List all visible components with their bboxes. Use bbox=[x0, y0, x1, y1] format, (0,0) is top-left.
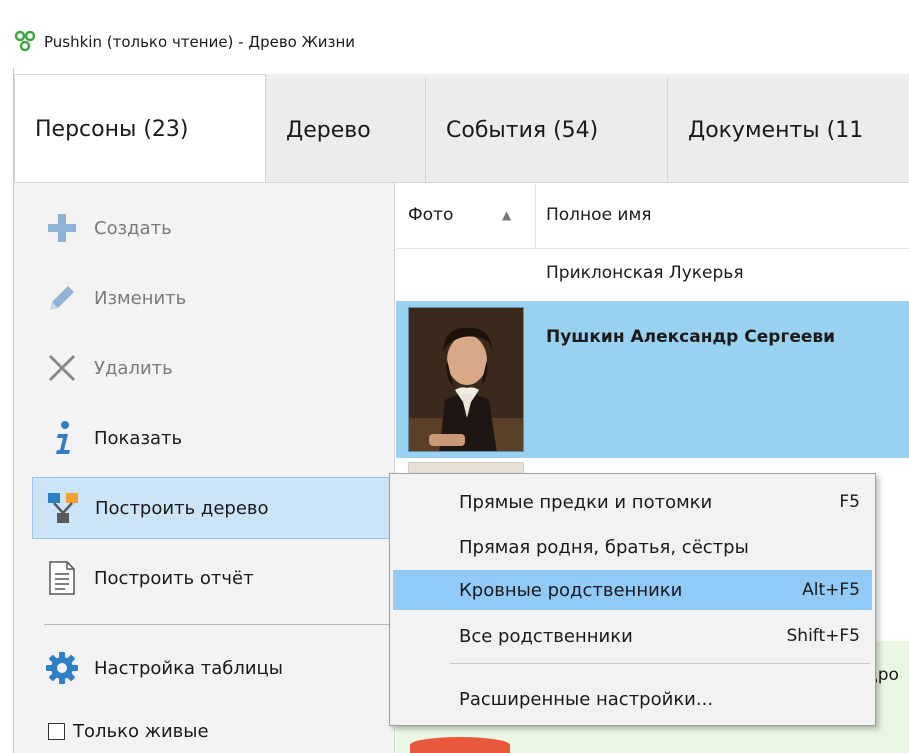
menu-item-label: Прямая родня, братья, сёстры bbox=[459, 536, 749, 558]
show-label: Показать bbox=[94, 427, 183, 449]
person-photo bbox=[410, 737, 510, 753]
plus-icon bbox=[44, 210, 80, 246]
tab-bar: Персоны (23) Дерево События (54) Докумен… bbox=[14, 74, 909, 184]
menu-item-label: Расширенные настройки... bbox=[459, 688, 714, 710]
column-header-full-name[interactable]: Полное имя bbox=[546, 205, 652, 225]
table-row-selected[interactable]: Пушкин Александр Сергееви bbox=[396, 301, 909, 458]
delete-label: Удалить bbox=[94, 357, 173, 379]
only-living-label: Только живые bbox=[73, 721, 209, 742]
column-header-photo[interactable]: Фото bbox=[408, 205, 453, 225]
window-title: Pushkin (только чтение) - Древо Жизни bbox=[44, 33, 356, 51]
edit-label: Изменить bbox=[94, 287, 187, 309]
tab-persons[interactable]: Персоны (23) bbox=[14, 74, 266, 184]
sidebar: Создать Изменить Удалить Показать Постро… bbox=[14, 183, 402, 753]
tab-label: Документы (11 bbox=[688, 117, 864, 143]
tab-documents[interactable]: Документы (11 bbox=[668, 78, 909, 182]
table-header: Фото ▲ Полное имя bbox=[396, 183, 909, 249]
build-report-label: Построить отчёт bbox=[94, 567, 254, 589]
title-bar: Pushkin (только чтение) - Древо Жизни bbox=[0, 6, 909, 68]
menu-item-direct-kin-siblings[interactable]: Прямая родня, братья, сёстры bbox=[393, 527, 872, 567]
menu-item-blood-relatives[interactable]: Кровные родственники Alt+F5 bbox=[393, 570, 872, 610]
app-icon bbox=[14, 30, 36, 52]
only-living-checkbox[interactable]: Только живые bbox=[48, 721, 209, 742]
table-settings-label: Настройка таблицы bbox=[94, 657, 283, 679]
menu-item-shortcut: F5 bbox=[839, 492, 860, 512]
table-settings-button[interactable]: Настройка таблицы bbox=[32, 637, 402, 699]
menu-item-label: Все родственники bbox=[459, 625, 633, 647]
info-icon bbox=[44, 420, 80, 456]
sidebar-divider bbox=[44, 624, 396, 625]
tab-label: Персоны (23) bbox=[35, 117, 189, 142]
create-button[interactable]: Создать bbox=[32, 197, 402, 259]
menu-item-label: Кровные родственники bbox=[459, 579, 683, 601]
edit-button[interactable]: Изменить bbox=[32, 267, 402, 329]
menu-item-label: Прямые предки и потомки bbox=[459, 491, 713, 513]
sort-ascending-icon: ▲ bbox=[502, 208, 512, 222]
tab-label: Дерево bbox=[286, 117, 371, 143]
row-full-name: Пушкин Александр Сергееви bbox=[546, 327, 836, 347]
show-button[interactable]: Показать bbox=[32, 407, 402, 469]
tab-events[interactable]: События (54) bbox=[426, 78, 668, 182]
menu-divider bbox=[450, 663, 870, 664]
menu-item-shortcut: Shift+F5 bbox=[786, 626, 860, 646]
build-report-button[interactable]: Построить отчёт bbox=[32, 547, 402, 609]
tree-icon bbox=[45, 490, 81, 526]
person-photo bbox=[408, 307, 524, 452]
menu-item-shortcut: Alt+F5 bbox=[802, 580, 860, 600]
build-tree-context-menu: Прямые предки и потомки F5 Прямая родня,… bbox=[389, 473, 876, 726]
x-icon bbox=[44, 350, 80, 386]
build-tree-button[interactable]: Построить дерево bbox=[32, 477, 402, 539]
menu-item-all-relatives[interactable]: Все родственники Shift+F5 bbox=[393, 616, 872, 656]
column-separator[interactable] bbox=[535, 183, 536, 249]
pencil-icon bbox=[44, 280, 80, 316]
row-full-name: Приклонская Лукерья bbox=[546, 263, 744, 283]
delete-button[interactable]: Удалить bbox=[32, 337, 402, 399]
menu-item-direct-ancestors-descendants[interactable]: Прямые предки и потомки F5 bbox=[393, 482, 872, 522]
tab-tree[interactable]: Дерево bbox=[266, 78, 426, 182]
menu-item-advanced-settings[interactable]: Расширенные настройки... bbox=[393, 679, 872, 719]
checkbox-box[interactable] bbox=[48, 723, 65, 740]
gear-icon bbox=[44, 650, 80, 686]
table-row[interactable]: Приклонская Лукерья bbox=[396, 249, 909, 301]
tab-label: События (54) bbox=[446, 117, 599, 143]
build-tree-label: Построить дерево bbox=[95, 497, 269, 519]
document-icon bbox=[44, 560, 80, 596]
create-label: Создать bbox=[94, 217, 172, 239]
